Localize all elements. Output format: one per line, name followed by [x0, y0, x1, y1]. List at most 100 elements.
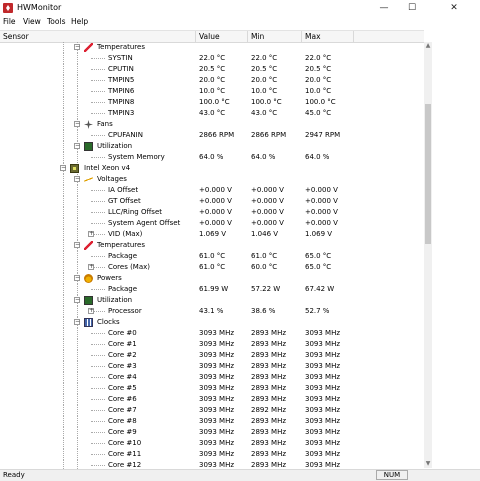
sensor-row[interactable]: + VID (Max) 1.069 V 1.046 V 1.069 V — [0, 229, 424, 240]
tree-connector-line — [77, 416, 78, 427]
sensor-row[interactable]: System Memory 64.0 % 64.0 % 64.0 % — [0, 152, 424, 163]
collapse-toggle-icon[interactable]: − — [74, 176, 80, 182]
maximize-button[interactable]: ☐ — [398, 0, 426, 16]
sensor-max: +0.000 V — [305, 219, 338, 227]
sensor-row[interactable]: Core #0 3093 MHz 2893 MHz 3093 MHz — [0, 328, 424, 339]
column-header-min[interactable]: Min — [248, 31, 302, 42]
tree-connector-line — [63, 218, 64, 229]
sensor-row[interactable]: GT Offset +0.000 V +0.000 V +0.000 V — [0, 196, 424, 207]
tree-connector-line — [63, 449, 64, 460]
tree-connector-line — [77, 207, 78, 218]
sensor-row[interactable]: Core #9 3093 MHz 2893 MHz 3093 MHz — [0, 427, 424, 438]
collapse-toggle-icon[interactable]: − — [74, 297, 80, 303]
sensor-row[interactable]: System Agent Offset +0.000 V +0.000 V +0.00… — [0, 218, 424, 229]
sensor-row[interactable]: LLC/Ring Offset +0.000 V +0.000 V +0.000 V — [0, 207, 424, 218]
sensor-row[interactable]: Core #4 3093 MHz 2893 MHz 3093 MHz — [0, 372, 424, 383]
sensor-row[interactable]: TMPIN3 43.0 °C 43.0 °C 45.0 °C — [0, 108, 424, 119]
collapse-toggle-icon[interactable]: − — [74, 275, 80, 281]
scroll-up-icon[interactable]: ▲ — [424, 42, 432, 50]
sensor-row[interactable]: CPUFANIN 2866 RPM 2866 RPM 2947 RPM — [0, 130, 424, 141]
sensor-max: 100.0 °C — [305, 98, 336, 106]
sensor-label: Core #8 — [108, 417, 137, 425]
close-button[interactable]: ✕ — [440, 0, 468, 16]
column-header-value[interactable]: Value — [196, 31, 248, 42]
sensor-value: 3093 MHz — [199, 340, 235, 348]
sensor-value: 3093 MHz — [199, 439, 235, 447]
column-header-sensor[interactable]: Sensor — [0, 31, 196, 42]
tree-branch-line — [91, 399, 105, 400]
sensor-row[interactable]: TMPIN5 20.0 °C 20.0 °C 20.0 °C — [0, 75, 424, 86]
sensor-row[interactable]: Core #3 3093 MHz 2893 MHz 3093 MHz — [0, 361, 424, 372]
sensor-label: Core #6 — [108, 395, 137, 403]
sensor-group-row[interactable]: − Clocks — [0, 317, 424, 328]
tree-connector-line — [77, 394, 78, 405]
sensor-value: 61.0 °C — [199, 252, 226, 260]
menu-file[interactable]: File — [3, 17, 16, 26]
sensor-max: 22.0 °C — [305, 54, 332, 62]
sensor-group-row[interactable]: − Intel Xeon v4 — [0, 163, 424, 174]
sensor-group-row[interactable]: − Temperatures — [0, 240, 424, 251]
sensor-row[interactable]: SYSTIN 22.0 °C 22.0 °C 22.0 °C — [0, 53, 424, 64]
tree-connector-line — [77, 108, 78, 119]
tree-connector-line — [77, 196, 78, 207]
tree-branch-line — [91, 377, 105, 378]
vertical-scrollbar[interactable]: ▲ ▼ — [424, 42, 432, 468]
column-header-max[interactable]: Max — [302, 31, 354, 42]
sensor-label: CPUTIN — [108, 65, 134, 73]
sensor-value: 3093 MHz — [199, 428, 235, 436]
sensor-label: TMPIN3 — [108, 109, 135, 117]
tree-connector-line — [77, 218, 78, 229]
minimize-button[interactable]: — — [370, 0, 398, 16]
collapse-toggle-icon[interactable]: − — [74, 121, 80, 127]
tree-connector-line — [63, 339, 64, 350]
tree-connector-line — [63, 438, 64, 449]
sensor-row[interactable]: CPUTIN 20.5 °C 20.5 °C 20.5 °C — [0, 64, 424, 75]
sensor-max: 3093 MHz — [305, 395, 341, 403]
scroll-down-icon[interactable]: ▼ — [424, 460, 432, 468]
sensor-group-row[interactable]: − Voltages — [0, 174, 424, 185]
sensor-row[interactable]: Core #8 3093 MHz 2893 MHz 3093 MHz — [0, 416, 424, 427]
sensor-label: Temperatures — [97, 43, 145, 51]
sensor-group-row[interactable]: − Utilization — [0, 295, 424, 306]
sensor-group-row[interactable]: − Utilization — [0, 141, 424, 152]
sensor-row[interactable]: Package 61.99 W 57.22 W 67.42 W — [0, 284, 424, 295]
sensor-max: 3093 MHz — [305, 439, 341, 447]
sensor-row[interactable]: Core #10 3093 MHz 2893 MHz 3093 MHz — [0, 438, 424, 449]
menu-view[interactable]: View — [23, 17, 41, 26]
sensor-min: 43.0 °C — [251, 109, 278, 117]
collapse-toggle-icon[interactable]: − — [74, 44, 80, 50]
sensor-min: 60.0 °C — [251, 263, 278, 271]
sensor-row[interactable]: Core #2 3093 MHz 2893 MHz 3093 MHz — [0, 350, 424, 361]
scrollbar-thumb[interactable] — [425, 104, 431, 244]
collapse-toggle-icon[interactable]: − — [74, 143, 80, 149]
expand-toggle-icon[interactable]: + — [88, 308, 94, 314]
expand-toggle-icon[interactable]: + — [88, 231, 94, 237]
menu-tools[interactable]: Tools — [47, 17, 65, 26]
sensor-row[interactable]: TMPIN8 100.0 °C 100.0 °C 100.0 °C — [0, 97, 424, 108]
sensor-row[interactable]: Core #6 3093 MHz 2893 MHz 3093 MHz — [0, 394, 424, 405]
sensor-label: Intel Xeon v4 — [84, 164, 131, 172]
menu-help[interactable]: Help — [71, 17, 88, 26]
sensor-row[interactable]: + Cores (Max) 61.0 °C 60.0 °C 65.0 °C — [0, 262, 424, 273]
collapse-toggle-icon[interactable]: − — [60, 165, 66, 171]
sensor-group-row[interactable]: − Fans — [0, 119, 424, 130]
tree-connector-line — [63, 130, 64, 141]
expand-toggle-icon[interactable]: + — [88, 264, 94, 270]
sensor-row[interactable]: Package 61.0 °C 61.0 °C 65.0 °C — [0, 251, 424, 262]
sensor-row[interactable]: Core #5 3093 MHz 2893 MHz 3093 MHz — [0, 383, 424, 394]
collapse-toggle-icon[interactable]: − — [74, 319, 80, 325]
title-bar: HWMonitor — ☐ ✕ — [0, 0, 480, 16]
sensor-group-row[interactable]: − Powers — [0, 273, 424, 284]
collapse-toggle-icon[interactable]: − — [74, 242, 80, 248]
sensor-row[interactable]: Core #7 3093 MHz 2892 MHz 3093 MHz — [0, 405, 424, 416]
sensor-label: Core #7 — [108, 406, 137, 414]
tree-branch-line — [91, 355, 105, 356]
sensor-row[interactable]: Core #1 3093 MHz 2893 MHz 3093 MHz — [0, 339, 424, 350]
sensor-tree[interactable]: − Temperatures SYSTIN 22.0 °C 22.0 °C 22.0 °C… — [0, 42, 424, 474]
sensor-row[interactable]: Core #11 3093 MHz 2893 MHz 3093 MHz — [0, 449, 424, 460]
sensor-row[interactable]: IA Offset +0.000 V +0.000 V +0.000 V — [0, 185, 424, 196]
sensor-row[interactable]: + Processor 43.1 % 38.6 % 52.7 % — [0, 306, 424, 317]
sensor-max: 2947 RPM — [305, 131, 341, 139]
sensor-row[interactable]: TMPIN6 10.0 °C 10.0 °C 10.0 °C — [0, 86, 424, 97]
sensor-group-row[interactable]: − Temperatures — [0, 42, 424, 53]
